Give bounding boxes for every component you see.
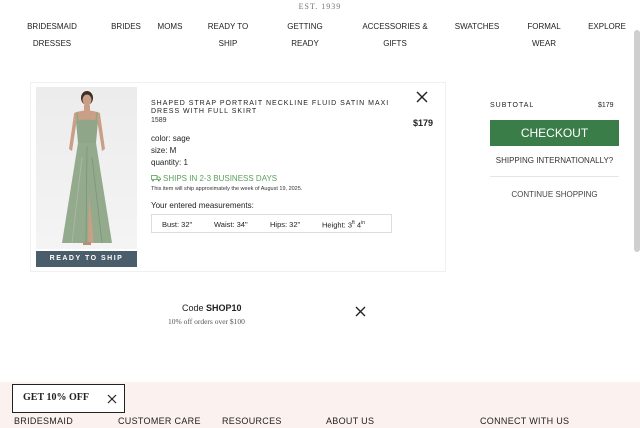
footer-connect-with-us[interactable]: CONNECT WITH US <box>480 416 569 426</box>
product-title[interactable]: SHAPED STRAP PORTRAIT NECKLINE FLUID SAT… <box>151 100 391 116</box>
nav-getting-ready[interactable]: GETTING READY <box>282 18 328 52</box>
checkout-button[interactable]: CHECKOUT <box>490 120 619 146</box>
dress-model-illustration <box>62 91 112 245</box>
promo-code-value: SHOP10 <box>206 303 242 313</box>
promo-code-prefix: Code <box>182 303 207 313</box>
nav-swatches[interactable]: SWATCHES <box>452 18 502 35</box>
shipping-status-label: SHIPS IN 2-3 BUSINESS DAYS <box>163 174 278 183</box>
promo-subtext: 10% off orders over $100 <box>168 317 245 326</box>
measurement-bust: Bust: 32" <box>162 220 193 229</box>
subtotal-label: SUBTOTAL <box>490 102 535 109</box>
shipping-internationally-link[interactable]: SHIPPING INTERNATIONALLY? <box>490 156 619 165</box>
cart-item-card: READY TO SHIP SHAPED STRAP PORTRAIT NECK… <box>30 82 446 272</box>
shipping-status: SHIPS IN 2-3 BUSINESS DAYS <box>151 174 277 183</box>
ready-to-ship-badge: READY TO SHIP <box>36 251 137 267</box>
product-size: size: M <box>151 146 177 155</box>
measurements-title: Your entered measurements: <box>151 201 254 210</box>
promo-code: Code SHOP10 <box>182 303 242 313</box>
nav-bridesmaid-dresses[interactable]: BRIDESMAID DRESSES <box>22 18 82 52</box>
footer-about-us[interactable]: ABOUT US <box>326 416 374 426</box>
measurement-waist: Waist: 34" <box>214 220 248 229</box>
product-quantity: quantity: 1 <box>151 158 188 167</box>
height-feet: Height: 3 <box>322 220 353 230</box>
measurement-height: Height: 3ft 4in <box>322 220 365 230</box>
height-inches-unit: in <box>361 220 365 226</box>
product-price: $179 <box>412 118 433 128</box>
promo-close-icon[interactable] <box>355 306 366 317</box>
footer-bridesmaid[interactable]: BRIDESMAID <box>14 416 73 426</box>
product-sku: 1589 <box>151 117 167 124</box>
est-tagline: EST. 1939 <box>298 2 342 11</box>
product-image[interactable] <box>36 87 137 249</box>
product-color: color: sage <box>151 134 191 143</box>
discount-popup-close-icon[interactable] <box>107 394 117 404</box>
nav-moms[interactable]: MOMS <box>152 18 188 35</box>
nav-brides[interactable]: BRIDES <box>106 18 146 35</box>
remove-item-close-icon[interactable] <box>416 91 428 103</box>
nav-explore[interactable]: EXPLORE <box>584 18 630 35</box>
nav-ready-to-ship[interactable]: READY TO SHIP <box>204 18 252 52</box>
continue-shopping-link[interactable]: CONTINUE SHOPPING <box>490 190 619 199</box>
measurements-box: Bust: 32" Waist: 34" Hips: 32" Height: 3… <box>151 214 392 233</box>
summary-divider <box>490 176 619 177</box>
main-nav: BRIDESMAID DRESSES BRIDES MOMS READY TO … <box>0 14 632 56</box>
page-scrollbar[interactable] <box>634 30 640 252</box>
footer-resources[interactable]: RESOURCES <box>222 416 282 426</box>
truck-icon <box>151 175 161 182</box>
nav-accessories-gifts[interactable]: ACCESSORIES & GIFTS <box>360 18 430 52</box>
subtotal-value: $179 <box>598 102 614 109</box>
footer-customer-care[interactable]: CUSTOMER CARE <box>118 416 201 426</box>
shipping-note: This item will ship approximately the we… <box>151 186 303 192</box>
measurement-hips: Hips: 32" <box>270 220 301 229</box>
discount-popup[interactable]: GET 10% OFF <box>12 384 125 413</box>
discount-popup-label[interactable]: GET 10% OFF <box>23 392 89 403</box>
nav-formal-wear[interactable]: FORMAL WEAR <box>522 18 566 52</box>
